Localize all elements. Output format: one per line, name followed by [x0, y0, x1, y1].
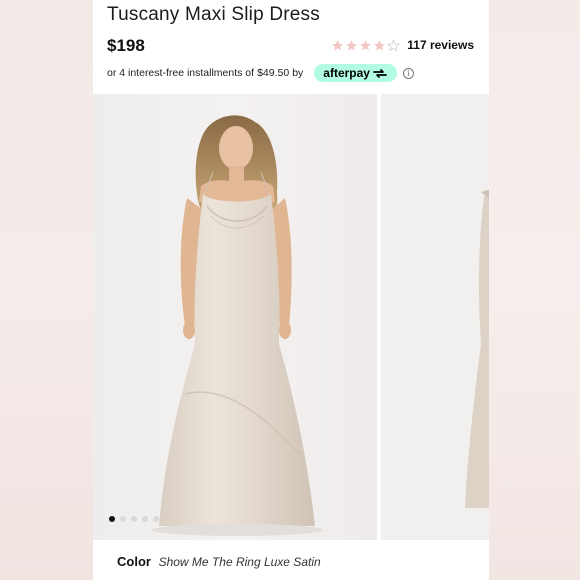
- pagination-dot[interactable]: [131, 516, 137, 522]
- color-label: Color: [117, 554, 151, 569]
- pagination-dot-active[interactable]: [109, 516, 115, 522]
- pagination-dot[interactable]: [142, 516, 148, 522]
- reviews-link[interactable]: 117 reviews: [407, 38, 474, 52]
- product-page: Tuscany Maxi Slip Dress $198 117 reviews…: [93, 0, 489, 580]
- installments-text: or 4 interest-free installments of: [107, 67, 255, 79]
- info-icon[interactable]: i: [402, 67, 414, 79]
- left-background-panel: [0, 0, 93, 580]
- star-empty-icon: [387, 38, 401, 51]
- model-photo-side: [381, 94, 489, 540]
- installments-by: by: [292, 67, 304, 79]
- product-title: Tuscany Maxi Slip Dress: [107, 4, 320, 25]
- installments-row: or 4 interest-free installments of $49.50…: [107, 64, 414, 82]
- installments-amount: $49.50: [257, 67, 290, 79]
- gallery-pagination: [109, 516, 159, 522]
- right-background-panel: [489, 0, 580, 580]
- color-value: Show Me The Ring Luxe Satin: [158, 555, 321, 569]
- product-price: $198: [107, 36, 145, 55]
- rating-stars[interactable]: 117 reviews: [331, 38, 474, 52]
- product-image-gallery[interactable]: [93, 94, 489, 540]
- product-image-next[interactable]: [381, 94, 489, 540]
- star-icon: [374, 39, 386, 50]
- star-icon: [346, 39, 358, 50]
- afterpay-arrows-icon: [373, 68, 387, 78]
- product-image-main[interactable]: [93, 94, 377, 540]
- model-photo: [93, 94, 377, 540]
- afterpay-badge[interactable]: afterpay: [314, 64, 397, 82]
- afterpay-label: afterpay: [323, 66, 370, 80]
- pagination-dot[interactable]: [120, 516, 126, 522]
- star-icon: [360, 39, 372, 50]
- color-selector: Color Show Me The Ring Luxe Satin: [117, 554, 321, 569]
- star-icon: [332, 39, 344, 50]
- pagination-dot[interactable]: [153, 516, 159, 522]
